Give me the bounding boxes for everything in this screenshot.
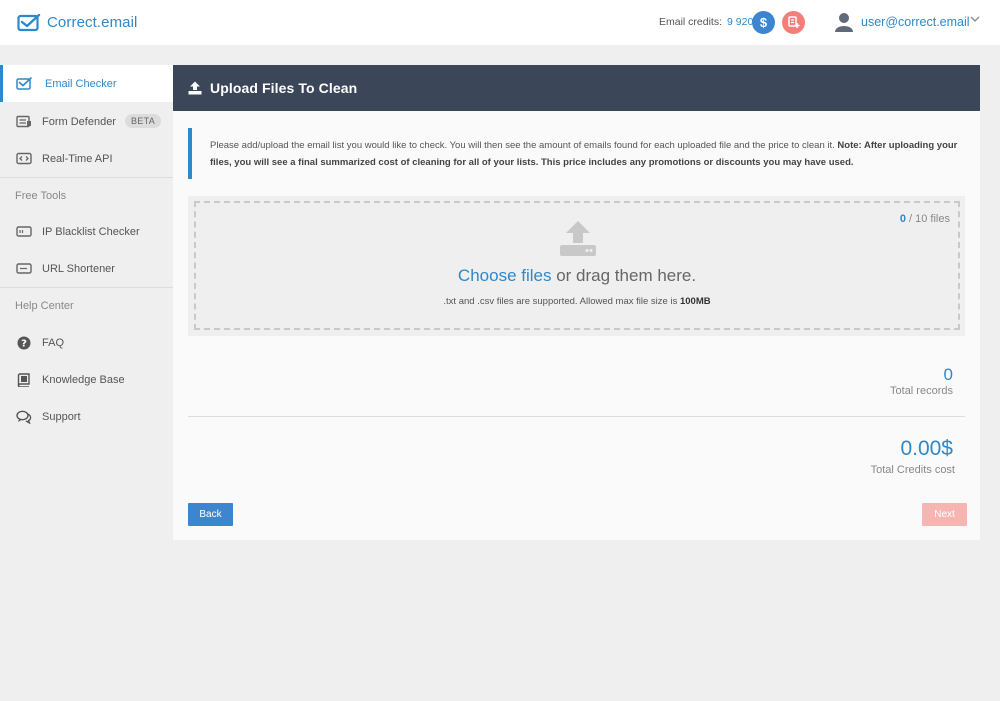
credits-value: 9 920 [727, 16, 754, 28]
sidebar-item-label: URL Shortener [42, 262, 115, 275]
user-avatar-icon[interactable] [835, 12, 853, 32]
beta-badge: BETA [125, 114, 162, 128]
total-credits-label: Total Credits cost [870, 464, 955, 476]
sidebar-item-label: FAQ [42, 336, 65, 349]
supported-formats-text: .txt and .csv files are supported. Allow… [443, 296, 678, 307]
ip-icon [16, 224, 32, 240]
svg-text:?: ? [21, 338, 27, 349]
book-icon [16, 372, 32, 388]
question-icon: ? [16, 335, 32, 351]
user-email[interactable]: user@correct.email [861, 15, 970, 29]
sidebar-item-knowledge-base[interactable]: Knowledge Base [0, 361, 173, 398]
sidebar-item-faq[interactable]: ? FAQ [0, 324, 173, 361]
max-file-size: 100MB [679, 296, 711, 307]
logo-envelope-icon [17, 13, 41, 31]
file-count-max: / 10 files [909, 213, 950, 225]
help-center-heading: Help Center [15, 300, 74, 312]
chevron-down-icon[interactable] [970, 14, 980, 24]
back-button[interactable]: Back [188, 503, 233, 526]
sidebar-item-label: Form Defender [42, 115, 116, 128]
sidebar-item-label: Support [42, 410, 81, 423]
sidebar-item-real-time-api[interactable]: Real-Time API [0, 140, 173, 177]
total-records-value: 0 [943, 365, 953, 384]
file-count: 0 / 10 files [900, 213, 950, 225]
logo[interactable]: Correct.email [17, 13, 138, 32]
cart-icon [788, 16, 800, 28]
sidebar-item-ip-blacklist[interactable]: IP Blacklist Checker [0, 213, 173, 250]
sidebar-item-label: Knowledge Base [42, 373, 125, 386]
sidebar-item-label: IP Blacklist Checker [42, 225, 140, 238]
sidebar-item-url-shortener[interactable]: URL Shortener [0, 250, 173, 287]
totals-divider [188, 416, 965, 417]
free-tools-heading: Free Tools [15, 190, 67, 202]
drag-hint: or drag them here. [556, 266, 697, 285]
info-notice: Please add/upload the email list you wou… [188, 128, 968, 179]
dollar-icon: $ [759, 15, 768, 30]
top-bar: Correct.email Email credits: 9 920 $ user… [0, 0, 1000, 45]
url-icon [16, 261, 32, 277]
next-button[interactable]: Next [922, 503, 967, 526]
upload-panel: Upload Files To Clean Please add/upload … [173, 65, 980, 540]
panel-header: Upload Files To Clean [173, 65, 980, 111]
sidebar-item-form-defender[interactable]: Form Defender BETA [0, 103, 173, 140]
upload-icon [188, 81, 202, 95]
total-records-label: Total records [890, 385, 953, 397]
credits-label: Email credits: [659, 16, 723, 28]
info-text: Please add/upload the email list you wou… [210, 140, 835, 151]
form-icon [16, 114, 32, 130]
envelope-check-icon [16, 76, 32, 92]
choose-files-line: Choose files or drag them here. [196, 266, 958, 286]
logo-text: Correct.email [47, 14, 138, 31]
chat-icon [16, 409, 32, 425]
dropzone-wrapper: 0 / 10 files Choose files or drag them h… [188, 196, 965, 336]
sidebar-divider [0, 287, 173, 288]
page-title: Upload Files To Clean [210, 80, 358, 96]
sidebar-item-email-checker[interactable]: Email Checker [0, 65, 173, 102]
sidebar-item-support[interactable]: Support [0, 398, 173, 435]
upload-tray-icon [560, 221, 596, 256]
api-icon [16, 151, 32, 167]
email-credits: Email credits: 9 920 [659, 16, 753, 28]
sidebar: Email Checker Form Defender BETA Real-Ti… [0, 65, 173, 701]
sidebar-item-label: Real-Time API [42, 152, 113, 165]
file-dropzone[interactable]: 0 / 10 files Choose files or drag them h… [194, 201, 960, 330]
choose-files-link[interactable]: Choose files [458, 266, 552, 285]
file-count-current: 0 [899, 213, 906, 225]
total-credits-value: 0.00$ [900, 437, 953, 460]
sidebar-divider [0, 177, 173, 178]
buy-credits-button[interactable]: $ [752, 11, 775, 34]
cart-button[interactable] [782, 11, 805, 34]
sidebar-item-label: Email Checker [45, 77, 117, 90]
supported-formats: .txt and .csv files are supported. Allow… [196, 296, 958, 307]
